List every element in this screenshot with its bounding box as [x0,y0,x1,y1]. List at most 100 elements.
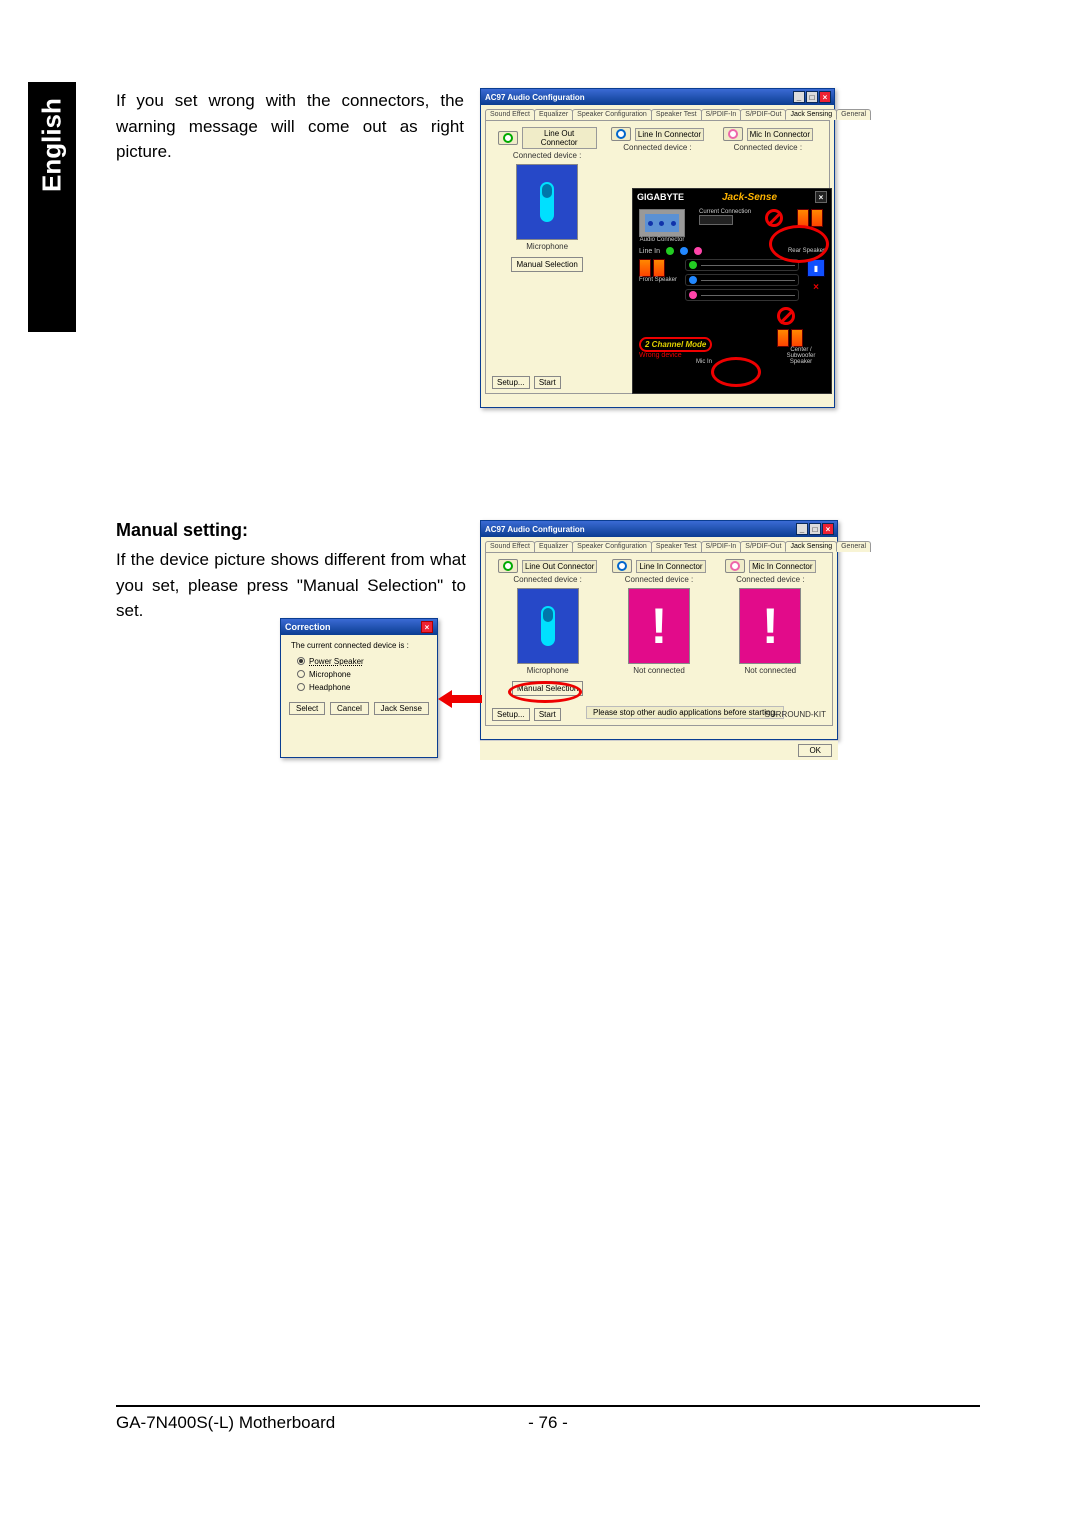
radio-power-speaker[interactable]: Power Speaker [297,657,427,666]
col-line-out: Line Out Connector Connected device : Mi… [498,127,597,383]
radio-icon [297,683,305,691]
setup-button[interactable]: Setup... [492,708,530,721]
jack-sense-close[interactable]: × [815,191,827,203]
dot-icon [689,261,697,269]
select-button[interactable]: Select [289,702,325,715]
radio-label: Headphone [309,683,350,692]
line-in-label: Line In [639,248,660,255]
ok-button[interactable]: OK [798,744,832,757]
setup-button[interactable]: Setup... [492,376,530,389]
jack-line-out-icon [498,131,518,145]
tab-speaker-config[interactable]: Speaker Configuration [572,109,652,120]
front-speaker-icon [653,259,665,277]
tab-spdif-in[interactable]: S/PDIF-In [701,109,742,120]
device-name-mic: Microphone [498,242,597,251]
tab-sound-effect[interactable]: Sound Effect [485,541,535,552]
connected-label-2: Connected device : [608,143,707,152]
tab-jack-sensing[interactable]: Jack Sensing [785,109,837,120]
jack-line-in-label: Line In Connector [635,128,704,141]
jack-line-in-icon [612,559,632,573]
tab-speaker-config[interactable]: Speaker Configuration [572,541,652,552]
radio-label: Microphone [309,670,351,679]
device-name-mic: Microphone [498,666,598,675]
tab-equalizer[interactable]: Equalizer [534,541,573,552]
page-number: - 76 - [528,1413,568,1433]
start-button[interactable]: Start [534,376,561,389]
manual-selection-button[interactable]: Manual Selection [512,681,583,696]
figure-ac97-manual: AC97 Audio Configuration _ □ × Sound Eff… [480,520,838,760]
connected-label-3: Connected device : [718,143,817,152]
front-speaker-icon [639,259,651,277]
dot-icon [689,291,697,299]
tab-spdif-out[interactable]: S/PDIF-Out [740,541,786,552]
jack-line-out-label: Line Out Connector [522,127,597,149]
tab-general[interactable]: General [836,541,871,552]
window-title-text: AC97 Audio Configuration [485,93,585,102]
minimize-button[interactable]: _ [793,91,805,103]
maximize-button[interactable]: □ [809,523,821,535]
x-icon: × [813,282,819,293]
device-image-excl: ! [739,588,801,664]
jack-sense-title: Jack-Sense [722,192,777,203]
jack-mic-in-icon [725,559,745,573]
red-arrow-icon [438,690,482,708]
tab-equalizer[interactable]: Equalizer [534,109,573,120]
figure-correction-dialog: Correction × The current connected devic… [280,618,438,758]
tab-general[interactable]: General [836,109,871,120]
center-sub-label: Center / Subwoofer Speaker [777,347,825,365]
titlebar: AC97 Audio Configuration _ □ × [481,89,834,105]
radio-icon [297,670,305,678]
subwoofer-icon: ▮ [807,259,825,277]
device-image-mic [516,164,578,240]
close-button[interactable]: × [822,523,834,535]
maximize-button[interactable]: □ [806,91,818,103]
mode-badge: 2 Channel Mode [639,337,712,352]
jack-line-out-icon [498,559,518,573]
radio-icon [297,657,305,665]
tab-spdif-out[interactable]: S/PDIF-Out [740,109,786,120]
tab-speaker-test[interactable]: Speaker Test [651,109,702,120]
wrong-device-text: Wrong device [639,352,769,359]
rear-speaker-label: Rear Speaker [788,248,825,254]
tab-speaker-test[interactable]: Speaker Test [651,541,702,552]
device-name-not-conn: Not connected [609,666,709,675]
mic-in-label: Mic In [639,359,769,365]
page-footer: GA-7N400S(-L) Motherboard - 76 - [116,1405,980,1433]
jack-mic-in-label: Mic In Connector [749,560,815,573]
tab-jack-sensing[interactable]: Jack Sensing [785,541,837,552]
forbid-icon [765,209,783,227]
close-button[interactable]: × [819,91,831,103]
rear-speaker-icon [811,209,823,227]
radio-label: Power Speaker [309,657,364,666]
current-dropdown[interactable] [699,215,733,225]
correction-msg: The current connected device is : [291,641,427,651]
connected-label: Connected device : [609,575,709,584]
manual-selection-button[interactable]: Manual Selection [511,257,582,272]
jack-sense-button[interactable]: Jack Sense [374,702,429,715]
start-button[interactable]: Start [534,708,561,721]
jack-mic-in-label: Mic In Connector [747,128,813,141]
tab-sound-effect[interactable]: Sound Effect [485,109,535,120]
minimize-button[interactable]: _ [796,523,808,535]
audio-connector-label: Audio Connector [639,237,685,243]
tab-spdif-in[interactable]: S/PDIF-In [701,541,742,552]
rear-speaker-icon [797,209,809,227]
cancel-button[interactable]: Cancel [330,702,369,715]
jack-line-in-label: Line In Connector [636,560,705,573]
connected-label: Connected device : [498,151,597,160]
section2-text: If the device picture shows different fr… [116,547,466,624]
correction-title: Correction [285,622,331,632]
close-button[interactable]: × [421,621,433,633]
section1-text: If you set wrong with the connectors, th… [116,88,464,165]
device-image-mic [517,588,579,664]
jack-sense-popup: GIGABYTE Jack-Sense × Audio Connector Cu… [632,188,832,394]
radio-headphone[interactable]: Headphone [297,683,427,692]
jack-mic-in-icon [723,127,743,141]
current-connection-label: Current Connection [699,209,751,215]
connected-label: Connected device : [498,575,598,584]
jack-line-out-label: Line Out Connector [522,560,597,573]
window-title-text: AC97 Audio Configuration [485,525,585,534]
radio-microphone[interactable]: Microphone [297,670,427,679]
language-tab: English [28,82,76,332]
product-name: GA-7N400S(-L) Motherboard [116,1413,335,1433]
